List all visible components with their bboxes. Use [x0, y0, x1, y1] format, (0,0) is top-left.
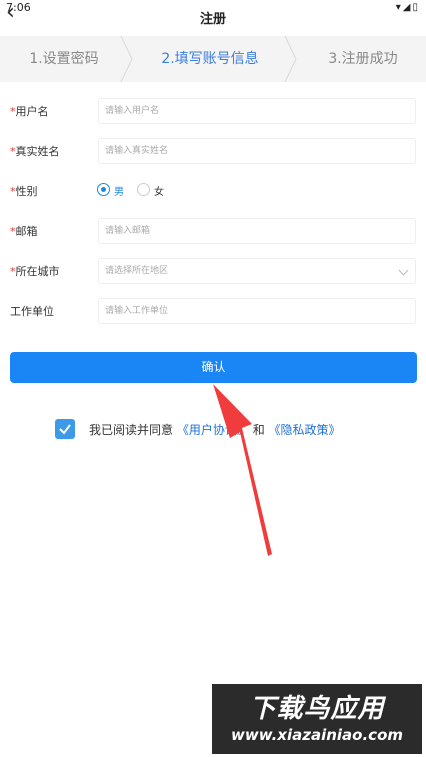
step-2: 2.填写账号信息: [161, 51, 259, 67]
city-label: *所在城市: [10, 265, 60, 278]
workplace-label: 工作单位: [10, 305, 54, 318]
realname-input[interactable]: 请输入真实姓名: [98, 138, 416, 164]
gender-female-label: 女: [154, 187, 164, 198]
step-1: 1.设置密码: [29, 51, 99, 67]
app-header: ‹ 注册: [0, 0, 426, 32]
page-title: 注册: [199, 12, 226, 27]
watermark-logo: 下载鸟应用 www.xiazainiao.com: [212, 684, 422, 754]
city-row: *所在城市 请选择所在地区: [0, 256, 426, 286]
gender-female-radio[interactable]: [137, 183, 150, 196]
username-input[interactable]: 请输入用户名: [98, 98, 416, 124]
username-label: *用户名: [10, 105, 49, 118]
email-row: *邮箱 请输入邮箱: [0, 216, 426, 246]
gender-male-label: 男: [114, 187, 124, 198]
confirm-button[interactable]: 确认: [10, 352, 417, 383]
user-agreement-link[interactable]: 《用户协议》: [177, 423, 249, 437]
step-indicator: 1.设置密码 2.填写账号信息 3.注册成功: [0, 36, 426, 82]
step-divider-icon: [284, 36, 297, 82]
username-row: *用户名 请输入用户名: [0, 96, 426, 126]
step-divider-icon: [120, 36, 133, 82]
gender-row: *性别 男 女: [0, 176, 426, 206]
privacy-policy-link[interactable]: 《隐私政策》: [269, 423, 341, 437]
gender-male-radio[interactable]: [97, 183, 110, 196]
realname-row: *真实姓名 请输入真实姓名: [0, 136, 426, 166]
chevron-down-icon: [398, 265, 409, 276]
checkmark-icon: [59, 424, 71, 435]
realname-label: *真实姓名: [10, 145, 60, 158]
email-input[interactable]: 请输入邮箱: [98, 218, 416, 244]
agreement-text: 我已阅读并同意 《用户协议》 和 《隐私政策》: [89, 421, 341, 438]
gender-label: *性别: [10, 185, 38, 198]
city-select-placeholder: 请选择所在地区: [105, 266, 169, 276]
agreement-and: 和: [252, 423, 265, 437]
email-label: *邮箱: [10, 225, 38, 238]
agreement-checkbox[interactable]: [55, 419, 75, 439]
agreement-row: 我已阅读并同意 《用户协议》 和 《隐私政策》: [55, 418, 395, 440]
agreement-prefix: 我已阅读并同意: [89, 423, 174, 437]
workplace-input[interactable]: 请输入工作单位: [98, 298, 416, 324]
workplace-row: 工作单位 请输入工作单位: [0, 296, 426, 326]
city-select[interactable]: 请选择所在地区: [98, 258, 416, 284]
watermark-title: 下载鸟应用: [249, 694, 385, 724]
step-3: 3.注册成功: [328, 51, 398, 67]
watermark-url: www.xiazainiao.com: [230, 726, 404, 744]
